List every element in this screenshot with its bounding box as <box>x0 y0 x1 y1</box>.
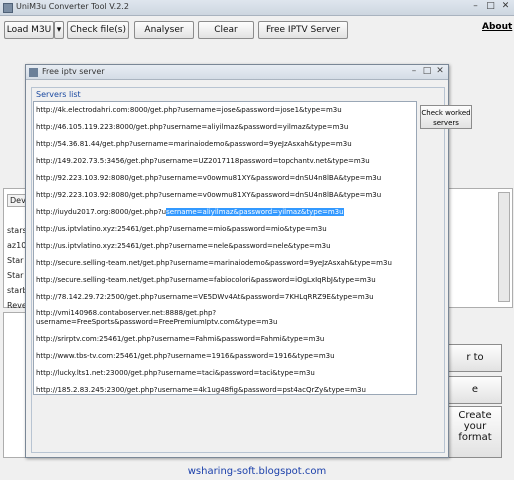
server-item[interactable]: http://185.2.83.245:2300/get.php?usernam… <box>36 386 366 394</box>
footer-watermark: wsharing-soft.blogspot.com <box>187 466 327 477</box>
server-item[interactable]: http://vmi140968.contaboserver.net:8888/… <box>36 309 396 327</box>
free-iptv-server-button[interactable]: Free IPTV Server <box>258 21 348 39</box>
server-item-selected[interactable]: http://iuydu2017.org:8000/get.php?userna… <box>36 208 344 216</box>
bg-list-item: Star <box>7 271 24 280</box>
server-item[interactable]: http://lucky.lts1.net:23000/get.php?user… <box>36 369 315 377</box>
dialog-title: Free iptv server <box>42 67 105 76</box>
minimize-icon[interactable]: – <box>469 1 482 13</box>
server-item[interactable]: http://149.202.73.5:3456/get.php?usernam… <box>36 157 370 165</box>
servers-list-label: Servers list <box>34 90 83 99</box>
about-link[interactable]: About <box>482 22 512 32</box>
bg-right-button-2[interactable]: e <box>448 376 502 404</box>
create-your-format-button[interactable]: Create your format <box>448 406 502 458</box>
server-item[interactable]: http://us.iptvlatino.xyz:25461/get.php?u… <box>36 225 327 233</box>
background-scrollbar[interactable] <box>498 192 510 302</box>
server-item[interactable]: http://us.iptvlatino.xyz:25461/get.php?u… <box>36 242 331 250</box>
dialog-maximize-icon[interactable]: □ <box>421 66 433 78</box>
bg-list-item: Star <box>7 256 24 265</box>
app-icon <box>3 3 13 13</box>
server-item[interactable]: http://92.223.103.92:8080/get.php?userna… <box>36 174 381 182</box>
servers-listbox[interactable]: http://4k.electrodahri.com:8000/get.php?… <box>33 101 417 395</box>
close-icon[interactable]: ✕ <box>499 1 512 13</box>
check-worked-servers-button[interactable]: Check worked servers <box>420 105 472 129</box>
main-title-bar: UniM3u Converter Tool V.2.2 – □ ✕ <box>0 0 514 16</box>
dialog-close-icon[interactable]: ✕ <box>434 66 446 78</box>
dialog-icon <box>29 68 38 77</box>
app-title: UniM3u Converter Tool V.2.2 <box>16 2 129 11</box>
free-iptv-server-dialog: Free iptv server – □ ✕ Servers list http… <box>25 64 472 458</box>
dialog-title-bar: Free iptv server – □ ✕ <box>26 65 448 80</box>
server-item[interactable]: http://4k.electrodahri.com:8000/get.php?… <box>36 106 342 114</box>
bg-list-item: Reve <box>7 301 27 310</box>
server-item[interactable]: http://78.142.29.72:2500/get.php?usernam… <box>36 293 374 301</box>
server-item-prefix: http://iuydu2017.org:8000/get.php?u <box>36 208 167 216</box>
maximize-icon[interactable]: □ <box>484 1 497 13</box>
analyser-button[interactable]: Analyser <box>134 21 194 39</box>
dialog-minimize-icon[interactable]: – <box>408 66 420 78</box>
load-m3u-dropdown-icon[interactable]: ▾ <box>54 21 64 39</box>
bg-list-item: az10 <box>7 241 27 250</box>
bg-right-button-1[interactable]: r to <box>448 344 502 372</box>
server-item[interactable]: http://srirptv.com:25461/get.php?usernam… <box>36 335 324 343</box>
server-item[interactable]: http://92.223.103.92:8080/get.php?userna… <box>36 191 381 199</box>
clear-button[interactable]: Clear <box>198 21 254 39</box>
server-item[interactable]: http://secure.selling-team.net/get.php?u… <box>36 276 376 284</box>
server-item[interactable]: http://54.36.81.44/get.php?username=mari… <box>36 140 352 148</box>
server-item[interactable]: http://www.tbs-tv.com:25461/get.php?user… <box>36 352 335 360</box>
selected-text: sername=aliyilmaz&password=yilmaz&type=m… <box>166 208 344 216</box>
check-files-button[interactable]: Check file(s) <box>67 21 129 39</box>
bg-list-item: stars <box>7 226 27 235</box>
server-item[interactable]: http://secure.selling-team.net/get.php?u… <box>36 259 392 267</box>
server-item[interactable]: http://46.105.119.223:8000/get.php?usern… <box>36 123 348 131</box>
load-m3u-button[interactable]: Load M3U <box>4 21 54 39</box>
